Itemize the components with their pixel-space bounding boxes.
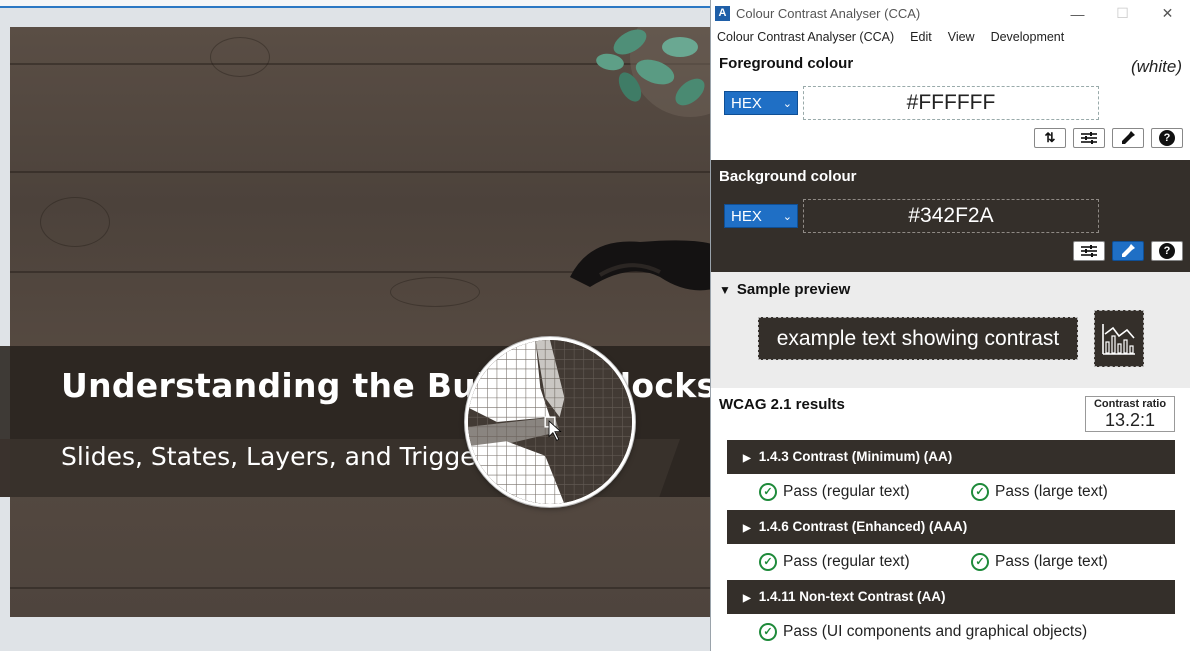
foreground-format-select[interactable]: HEX ⌄ [724,91,798,115]
swap-icon[interactable]: ⇅ [1034,128,1066,148]
background-title: Background colour [719,168,857,185]
check-icon: ✓ [971,553,989,571]
criterion-label: 1.4.6 Contrast (Enhanced) (AAA) [758,519,968,534]
close-button[interactable]: ✕ [1145,0,1190,27]
triangle-right-icon: ▶ [743,523,751,534]
contrast-ratio-value: 13.2:1 [1104,410,1156,430]
menu-bar: Colour Contrast Analyser (CCA) Edit View… [711,27,1190,47]
result-large-text: ✓ Pass (large text) [971,481,1108,503]
foreground-title: Foreground colour [719,55,854,72]
sliders-icon[interactable] [1073,241,1105,261]
menu-edit[interactable]: Edit [910,30,932,44]
foreground-colour-name: (white) [1130,57,1182,76]
slide-subtitle: Slides, States, Layers, and Triggers [61,442,499,471]
check-icon: ✓ [759,553,777,571]
wcag-results-title: WCAG 2.1 results [719,396,845,413]
criterion-1-4-11[interactable]: ▶ 1.4.11 Non-text Contrast (AA) [727,580,1175,614]
sliders-icon[interactable] [1073,128,1105,148]
menu-view[interactable]: View [948,30,975,44]
menu-development[interactable]: Development [991,30,1065,44]
chevron-down-icon: ⌄ [782,98,792,110]
criterion-label: 1.4.3 Contrast (Minimum) (AA) [758,449,953,464]
foreground-tools: ⇅ ? [1034,128,1183,148]
result-large-text: ✓ Pass (large text) [971,551,1108,573]
chevron-down-icon: ⌄ [782,211,792,223]
background-tools: ? [1073,241,1183,261]
menu-app[interactable]: Colour Contrast Analyser (CCA) [717,30,894,44]
contrast-ratio-box: Contrast ratio 13.2:1 [1085,396,1175,432]
wcag-results-section: WCAG 2.1 results Contrast ratio 13.2:1 ▶… [711,388,1190,651]
eyeglasses-image [570,240,710,291]
sample-preview-title: Sample preview [736,281,851,298]
sample-text-preview: example text showing contrast [758,317,1078,360]
chart-icon [1094,310,1144,367]
sample-preview-section: ▼ Sample preview example text showing con… [711,272,1190,388]
triangle-right-icon: ▶ [743,453,751,464]
window-title: Colour Contrast Analyser (CCA) [736,6,921,21]
result-label: Pass (UI components and graphical object… [783,623,1088,640]
result-label: Pass (regular text) [783,483,910,500]
cca-window: A Colour Contrast Analyser (CCA) — ☐ ✕ C… [710,0,1190,651]
result-ui-components: ✓ Pass (UI components and graphical objec… [759,621,1087,643]
criterion-1-4-3[interactable]: ▶ 1.4.3 Contrast (Minimum) (AA) [727,440,1175,474]
foreground-hex-input[interactable]: #FFFFFF [803,86,1099,120]
triangle-right-icon: ▶ [743,593,751,604]
criterion-label: 1.4.11 Non-text Contrast (AA) [758,589,946,604]
check-icon: ✓ [971,483,989,501]
criterion-1-4-6[interactable]: ▶ 1.4.6 Contrast (Enhanced) (AAA) [727,510,1175,544]
background-section: Background colour HEX ⌄ #342F2A ? [711,160,1190,272]
background-format-value: HEX [731,208,762,225]
contrast-ratio-label: Contrast ratio [1093,398,1167,410]
foreground-section: Foreground colour (white) HEX ⌄ #FFFFFF … [711,47,1190,160]
cca-logo-icon: A [715,6,730,21]
check-icon: ✓ [759,483,777,501]
result-regular-text: ✓ Pass (regular text) [759,551,910,573]
triangle-down-icon: ▼ [719,283,731,297]
title-bar: A Colour Contrast Analyser (CCA) — ☐ ✕ [711,0,1190,27]
sample-preview-toggle[interactable]: ▼ Sample preview [719,281,850,298]
slide-background [10,27,710,617]
editor-accent-line [0,6,710,8]
result-label: Pass (large text) [995,553,1108,570]
minimize-button[interactable]: — [1055,0,1100,27]
result-label: Pass (regular text) [783,553,910,570]
help-icon[interactable]: ? [1151,241,1183,261]
background-format-select[interactable]: HEX ⌄ [724,204,798,228]
colour-picker-magnifier[interactable] [465,337,635,507]
eyedropper-icon[interactable] [1112,128,1144,148]
background-hex-input[interactable]: #342F2A [803,199,1099,233]
plant-image [596,27,710,117]
maximize-button[interactable]: ☐ [1100,0,1145,27]
check-icon: ✓ [759,623,777,641]
presentation-canvas: Understanding the Building Blocks Slides… [0,0,716,651]
foreground-format-value: HEX [731,95,762,112]
result-label: Pass (large text) [995,483,1108,500]
eyedropper-icon[interactable] [1112,241,1144,261]
result-regular-text: ✓ Pass (regular text) [759,481,910,503]
help-icon[interactable]: ? [1151,128,1183,148]
